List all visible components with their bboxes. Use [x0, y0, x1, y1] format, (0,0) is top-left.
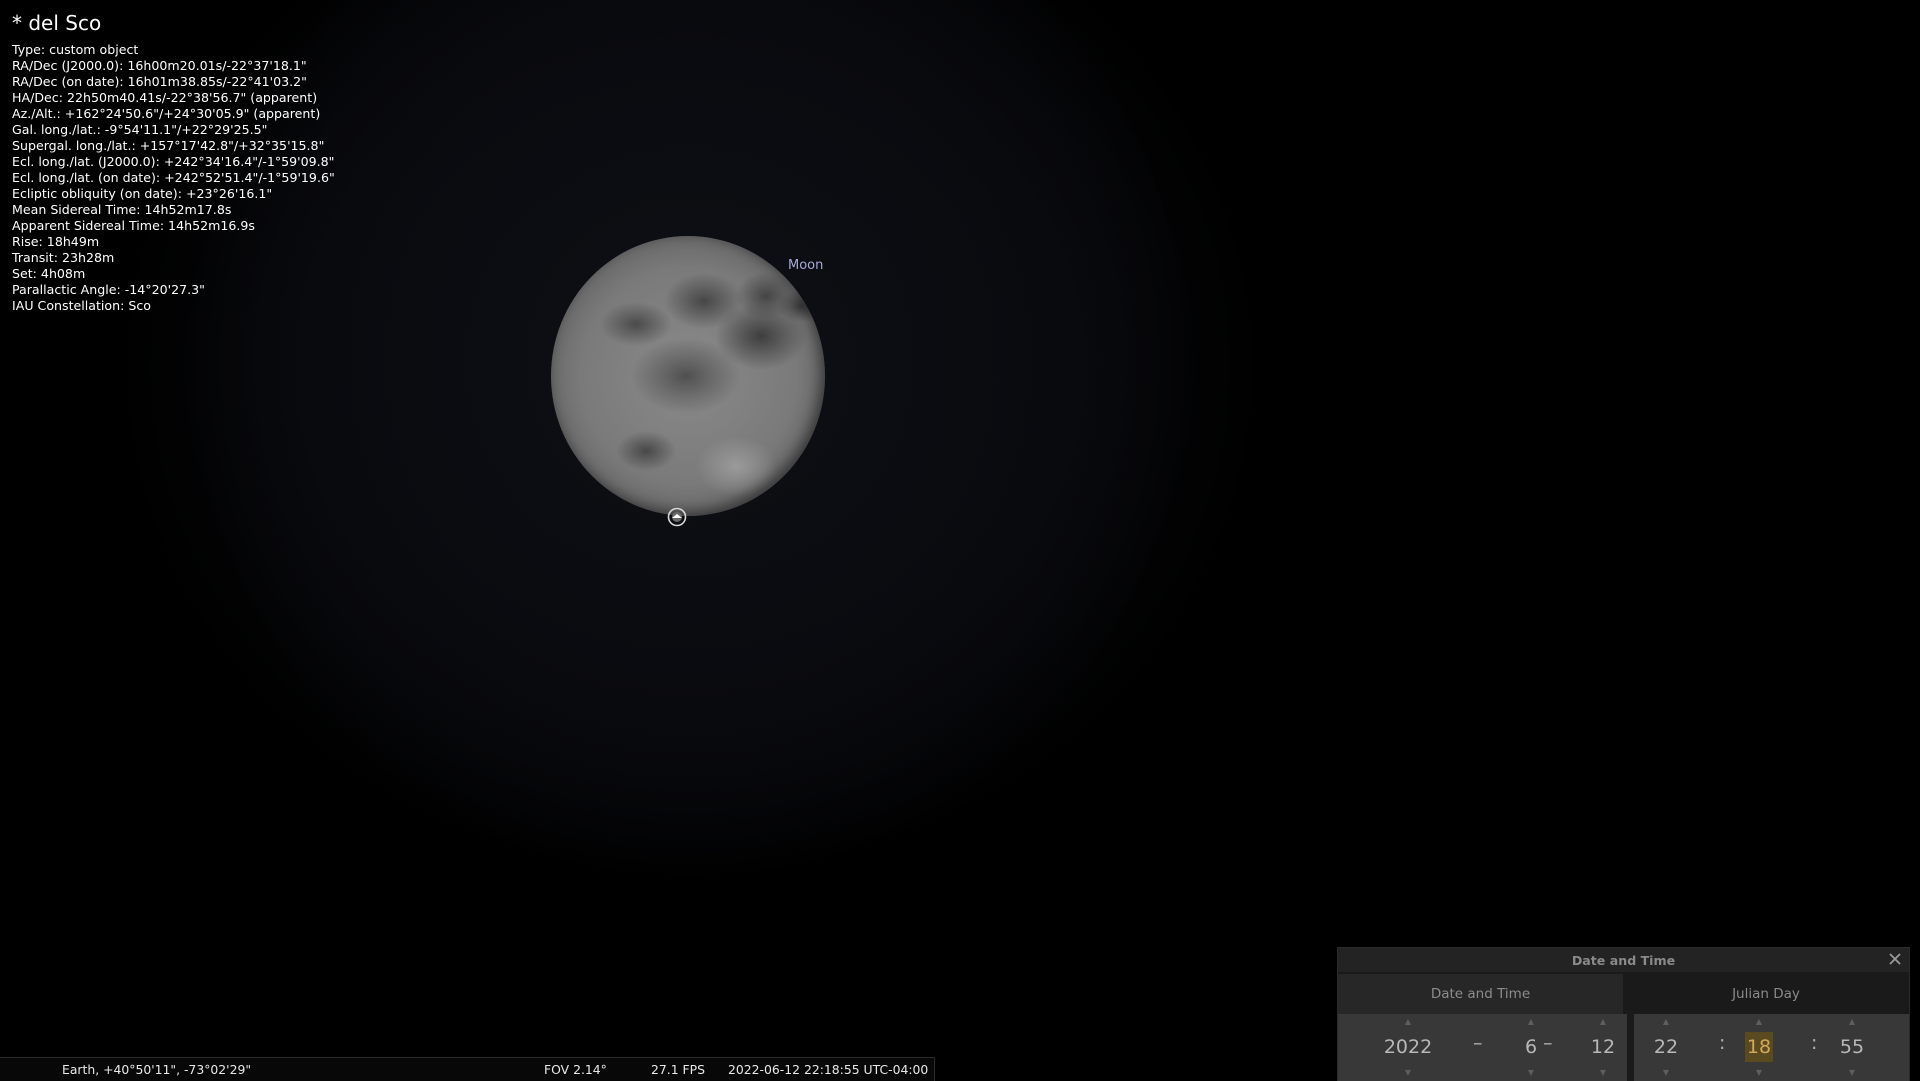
close-icon[interactable]	[1887, 951, 1903, 967]
fov-readout: FOV 2.14°	[544, 1062, 607, 1077]
info-line: RA/Dec (J2000.0): 16h00m20.01s/-22°37'18…	[12, 58, 307, 73]
moon[interactable]	[551, 236, 825, 516]
info-line: Ecliptic obliquity (on date): +23°26'16.…	[12, 186, 273, 201]
second-spinbox[interactable]: ▲ 55 ▼	[1822, 1014, 1882, 1081]
hour-value[interactable]: 22	[1636, 1032, 1696, 1062]
status-bar: Earth, +40°50'11", -73°02'29" FOV 2.14° …	[0, 1057, 935, 1081]
spin-up-icon[interactable]: ▲	[1822, 1017, 1882, 1027]
minute-spinbox[interactable]: ▲ 18 ▼	[1729, 1014, 1789, 1081]
info-line: RA/Dec (on date): 16h01m38.85s/-22°41'03…	[12, 74, 307, 89]
moon-label: Moon	[788, 258, 824, 273]
dialog-titlebar[interactable]: Date and Time	[1338, 948, 1909, 972]
time-fields: ▲ 22 ▼ ▲ 18 ▼ ▲ 55 ▼	[1634, 1014, 1909, 1081]
minute-value[interactable]: 18	[1744, 1032, 1774, 1062]
sky-view[interactable]: * del Sco Type: custom object RA/Dec (J2…	[0, 0, 1920, 1080]
date-time-dialog: Date and Time Date and Time Julian Day ▲…	[1337, 947, 1910, 1081]
date-separator: –	[1473, 1032, 1483, 1054]
spin-down-icon[interactable]: ▼	[1578, 1068, 1628, 1078]
info-line: Parallactic Angle: -14°20'27.3"	[12, 282, 205, 297]
year-spinbox[interactable]: ▲ 2022 ▼	[1358, 1014, 1458, 1081]
info-line: Rise: 18h49m	[12, 234, 100, 249]
tab-date-and-time[interactable]: Date and Time	[1338, 974, 1623, 1014]
spin-up-icon[interactable]: ▲	[1729, 1017, 1789, 1027]
info-line: Ecl. long./lat. (J2000.0): +242°34'16.4"…	[12, 154, 335, 169]
spin-up-icon[interactable]: ▲	[1636, 1017, 1696, 1027]
time-separator: :	[1811, 1032, 1818, 1054]
time-separator: :	[1719, 1032, 1726, 1054]
location-readout[interactable]: Earth, +40°50'11", -73°02'29"	[62, 1062, 251, 1077]
year-value[interactable]: 2022	[1358, 1032, 1458, 1062]
info-line: Mean Sidereal Time: 14h52m17.8s	[12, 202, 232, 217]
spin-down-icon[interactable]: ▼	[1636, 1068, 1696, 1078]
tab-julian-day[interactable]: Julian Day	[1623, 974, 1909, 1014]
dialog-title: Date and Time	[1571, 953, 1676, 968]
info-line: Set: 4h08m	[12, 266, 86, 281]
spin-down-icon[interactable]: ▼	[1729, 1068, 1789, 1078]
object-name: * del Sco	[12, 11, 102, 35]
spin-up-icon[interactable]: ▲	[1578, 1017, 1628, 1027]
info-line: Apparent Sidereal Time: 14h52m16.9s	[12, 218, 255, 233]
info-line: Type: custom object	[12, 42, 139, 57]
info-line: Az./Alt.: +162°24'50.6"/+24°30'05.9" (ap…	[12, 106, 321, 121]
spin-down-icon[interactable]: ▼	[1506, 1068, 1556, 1078]
date-separator: –	[1543, 1032, 1553, 1054]
info-line: Supergal. long./lat.: +157°17'42.8"/+32°…	[12, 138, 325, 153]
day-spinbox[interactable]: ▲ 12 ▼	[1578, 1014, 1628, 1081]
spin-up-icon[interactable]: ▲	[1506, 1017, 1556, 1027]
selection-marker-icon[interactable]	[667, 507, 687, 527]
info-line: HA/Dec: 22h50m40.41s/-22°38'56.7" (appar…	[12, 90, 318, 105]
object-info-panel: * del Sco Type: custom object RA/Dec (J2…	[12, 10, 335, 314]
second-value[interactable]: 55	[1822, 1032, 1882, 1062]
fps-readout: 27.1 FPS	[651, 1062, 705, 1077]
hour-spinbox[interactable]: ▲ 22 ▼	[1636, 1014, 1696, 1081]
info-line: Ecl. long./lat. (on date): +242°52'51.4"…	[12, 170, 335, 185]
info-line: Gal. long./lat.: -9°54'11.1"/+22°29'25.5…	[12, 122, 268, 137]
spin-down-icon[interactable]: ▼	[1358, 1068, 1458, 1078]
spin-up-icon[interactable]: ▲	[1358, 1017, 1458, 1027]
minute-value-wrap: 18	[1729, 1032, 1789, 1062]
datetime-readout[interactable]: 2022-06-12 22:18:55 UTC-04:00	[728, 1062, 928, 1077]
day-value[interactable]: 12	[1578, 1032, 1628, 1062]
info-line: Transit: 23h28m	[12, 250, 115, 265]
date-fields: ▲ 2022 ▼ ▲ 6 ▼ ▲ 12 ▼	[1338, 1014, 1627, 1081]
spin-down-icon[interactable]: ▼	[1822, 1068, 1882, 1078]
info-line: IAU Constellation: Sco	[12, 298, 151, 313]
